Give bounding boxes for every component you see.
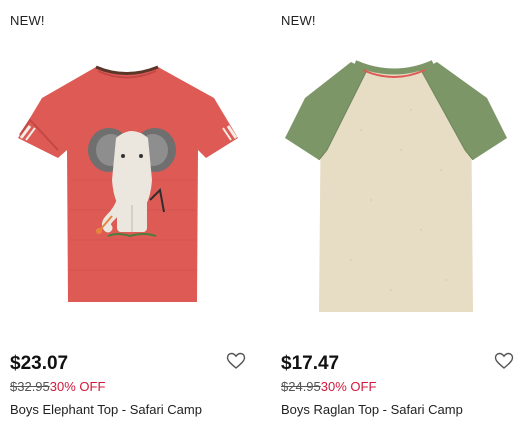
- discount-label: 30% OFF: [320, 379, 377, 394]
- new-badge: NEW!: [10, 13, 45, 28]
- heart-icon[interactable]: [494, 352, 514, 370]
- price-details: $24.9530% OFF: [281, 379, 376, 394]
- product-card-elephant-top[interactable]: NEW! $23.07 $32.9530% OFF Boys Elephant …: [0, 0, 250, 439]
- product-image-elephant-top[interactable]: [0, 40, 250, 330]
- original-price: $24.95: [281, 379, 321, 394]
- discount-label: 30% OFF: [49, 379, 106, 394]
- product-card-raglan-top[interactable]: NEW! $17.47 $24.9530% OFF Boys Raglan To…: [271, 0, 521, 439]
- product-name[interactable]: Boys Raglan Top - Safari Camp: [281, 402, 463, 417]
- new-badge: NEW!: [281, 13, 316, 28]
- sale-price: $17.47: [281, 353, 340, 374]
- product-grid: NEW! $23.07 $32.9530% OFF Boys Elephant …: [0, 0, 523, 439]
- sale-price: $23.07: [10, 353, 69, 374]
- product-name[interactable]: Boys Elephant Top - Safari Camp: [10, 402, 202, 417]
- price-details: $32.9530% OFF: [10, 379, 105, 394]
- product-image-raglan-top[interactable]: [271, 40, 521, 330]
- heart-icon[interactable]: [226, 352, 246, 370]
- original-price: $32.95: [10, 379, 50, 394]
